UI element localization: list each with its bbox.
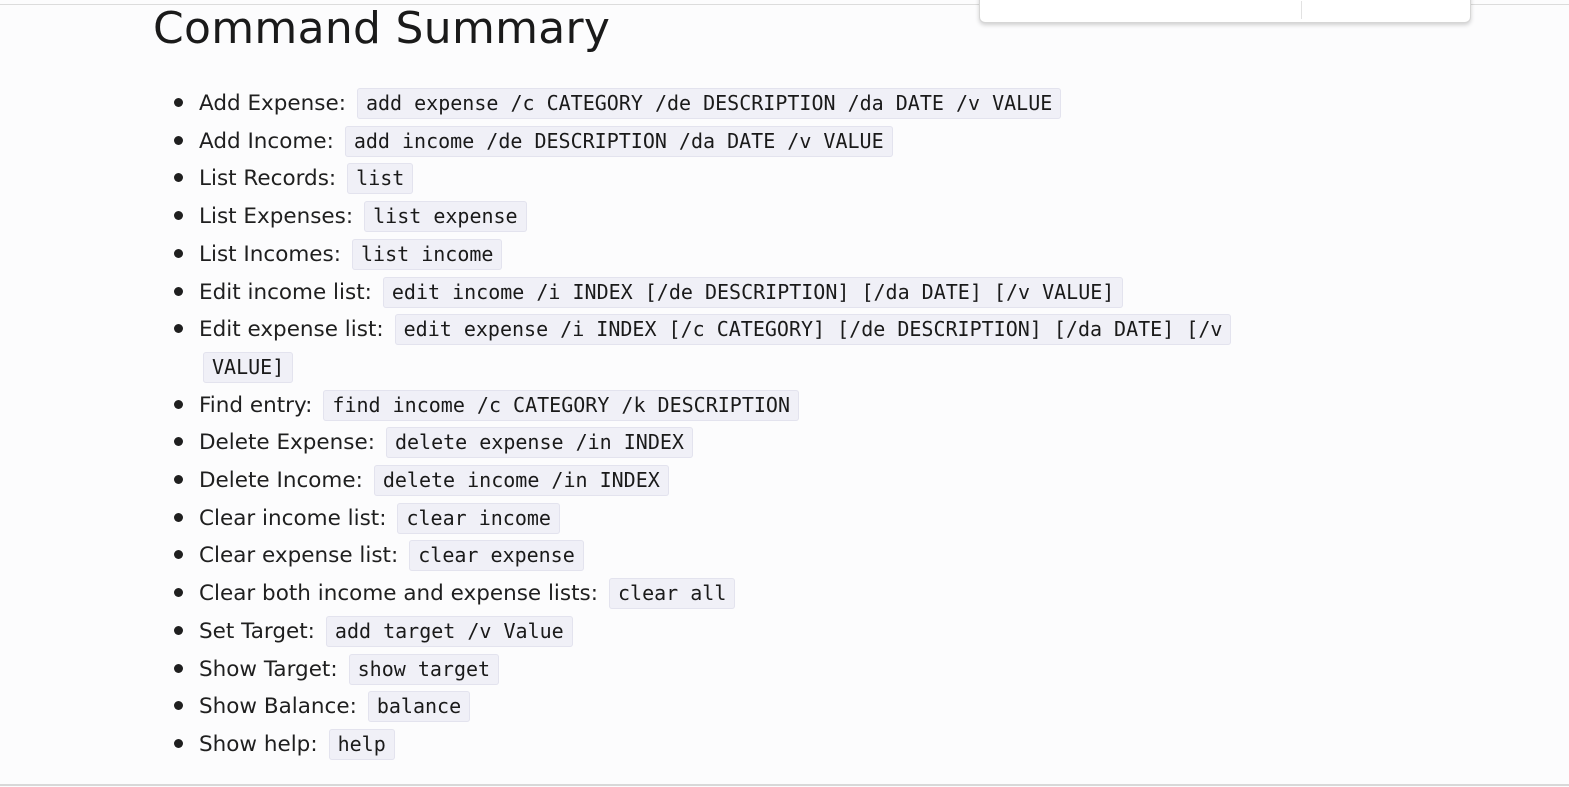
list-item: Delete Income: delete income /in INDEX (173, 462, 1253, 500)
list-item: Clear both income and expense lists: cle… (173, 575, 1253, 613)
command-label: List Incomes: (199, 241, 341, 267)
command-code: list (347, 163, 414, 195)
command-code: add target /v Value (325, 615, 573, 647)
command-code: list expense (364, 201, 527, 233)
list-item: Set Target: add target /v Value (173, 613, 1253, 651)
command-label: Find entry: (199, 392, 313, 418)
command-label: Show help: (199, 731, 318, 757)
list-item: Clear expense list: clear expense (173, 537, 1253, 575)
bullet-icon (174, 399, 183, 409)
bullet-icon (174, 324, 183, 334)
list-item: Delete Expense: delete expense /in INDEX (173, 424, 1253, 462)
command-label: Clear expense list: (199, 543, 399, 569)
command-code: find income /c CATEGORY /k DESCRIPTION (323, 389, 799, 421)
bullet-icon (174, 663, 183, 673)
bullet-icon (174, 588, 183, 598)
command-label: Add Expense: (199, 91, 346, 116)
command-label: Add Income: (199, 128, 334, 154)
bullet-icon (174, 437, 183, 447)
list-item: Edit expense list: edit expense /i INDEX… (173, 311, 1253, 386)
bullet-icon (174, 625, 183, 635)
command-label: Show Balance: (199, 694, 357, 720)
command-label: Delete Income: (199, 468, 363, 494)
command-label: Edit income list: (199, 279, 372, 305)
panel-divider (1301, 1, 1302, 19)
command-label: List Records: (199, 166, 337, 192)
list-item: Add Expense: add expense /c CATEGORY /de… (173, 85, 1253, 123)
bullet-icon (174, 512, 183, 522)
list-item: List Records: list (173, 160, 1253, 198)
bullet-icon (174, 173, 183, 183)
command-label: Clear income list: (199, 505, 387, 531)
list-item: Add Income: add income /de DESCRIPTION /… (173, 123, 1253, 161)
command-code: list income (351, 238, 503, 270)
command-code: clear income (397, 502, 560, 534)
bullet-icon (174, 738, 183, 748)
bullet-icon (174, 701, 183, 711)
list-item: List Incomes: list income (173, 236, 1253, 274)
command-label: Show Target: (199, 656, 338, 682)
command-label: Set Target: (199, 618, 315, 644)
command-code: help (328, 728, 395, 760)
command-code: delete expense /in INDEX (385, 427, 693, 459)
bullet-icon (174, 248, 183, 258)
list-item: Clear income list: clear income (173, 500, 1253, 538)
bullet-icon (174, 550, 183, 560)
command-code: add income /de DESCRIPTION /da DATE /v V… (344, 125, 893, 157)
command-code: add expense /c CATEGORY /de DESCRIPTION … (356, 88, 1062, 119)
list-item: List Expenses: list expense (173, 198, 1253, 236)
command-label: Edit expense list: (199, 317, 384, 343)
bottom-divider (0, 784, 1569, 786)
floating-panel (979, 0, 1471, 23)
bullet-icon (174, 286, 183, 296)
command-code: show target (348, 653, 500, 685)
command-code: edit income /i INDEX [/de DESCRIPTION] [… (382, 276, 1124, 308)
bullet-icon (174, 475, 183, 485)
command-label: Clear both income and expense lists: (199, 581, 598, 607)
command-list: Add Expense: add expense /c CATEGORY /de… (173, 85, 1253, 764)
command-code: clear expense (409, 540, 584, 572)
list-item: Find entry: find income /c CATEGORY /k D… (173, 387, 1253, 425)
bullet-icon (174, 211, 183, 221)
command-label: List Expenses: (199, 204, 354, 230)
command-label: Delete Expense: (199, 430, 375, 456)
list-item: Show Target: show target (173, 651, 1253, 689)
list-item: Show Balance: balance (173, 688, 1253, 726)
page-title: Command Summary (153, 3, 611, 54)
bullet-icon (174, 98, 183, 107)
list-item: Edit income list: edit income /i INDEX [… (173, 274, 1253, 312)
command-code: delete income /in INDEX (373, 465, 669, 497)
command-code: clear all (608, 578, 736, 610)
list-item: Show help: help (173, 726, 1253, 764)
command-code: balance (367, 691, 471, 723)
bullet-icon (174, 135, 183, 145)
